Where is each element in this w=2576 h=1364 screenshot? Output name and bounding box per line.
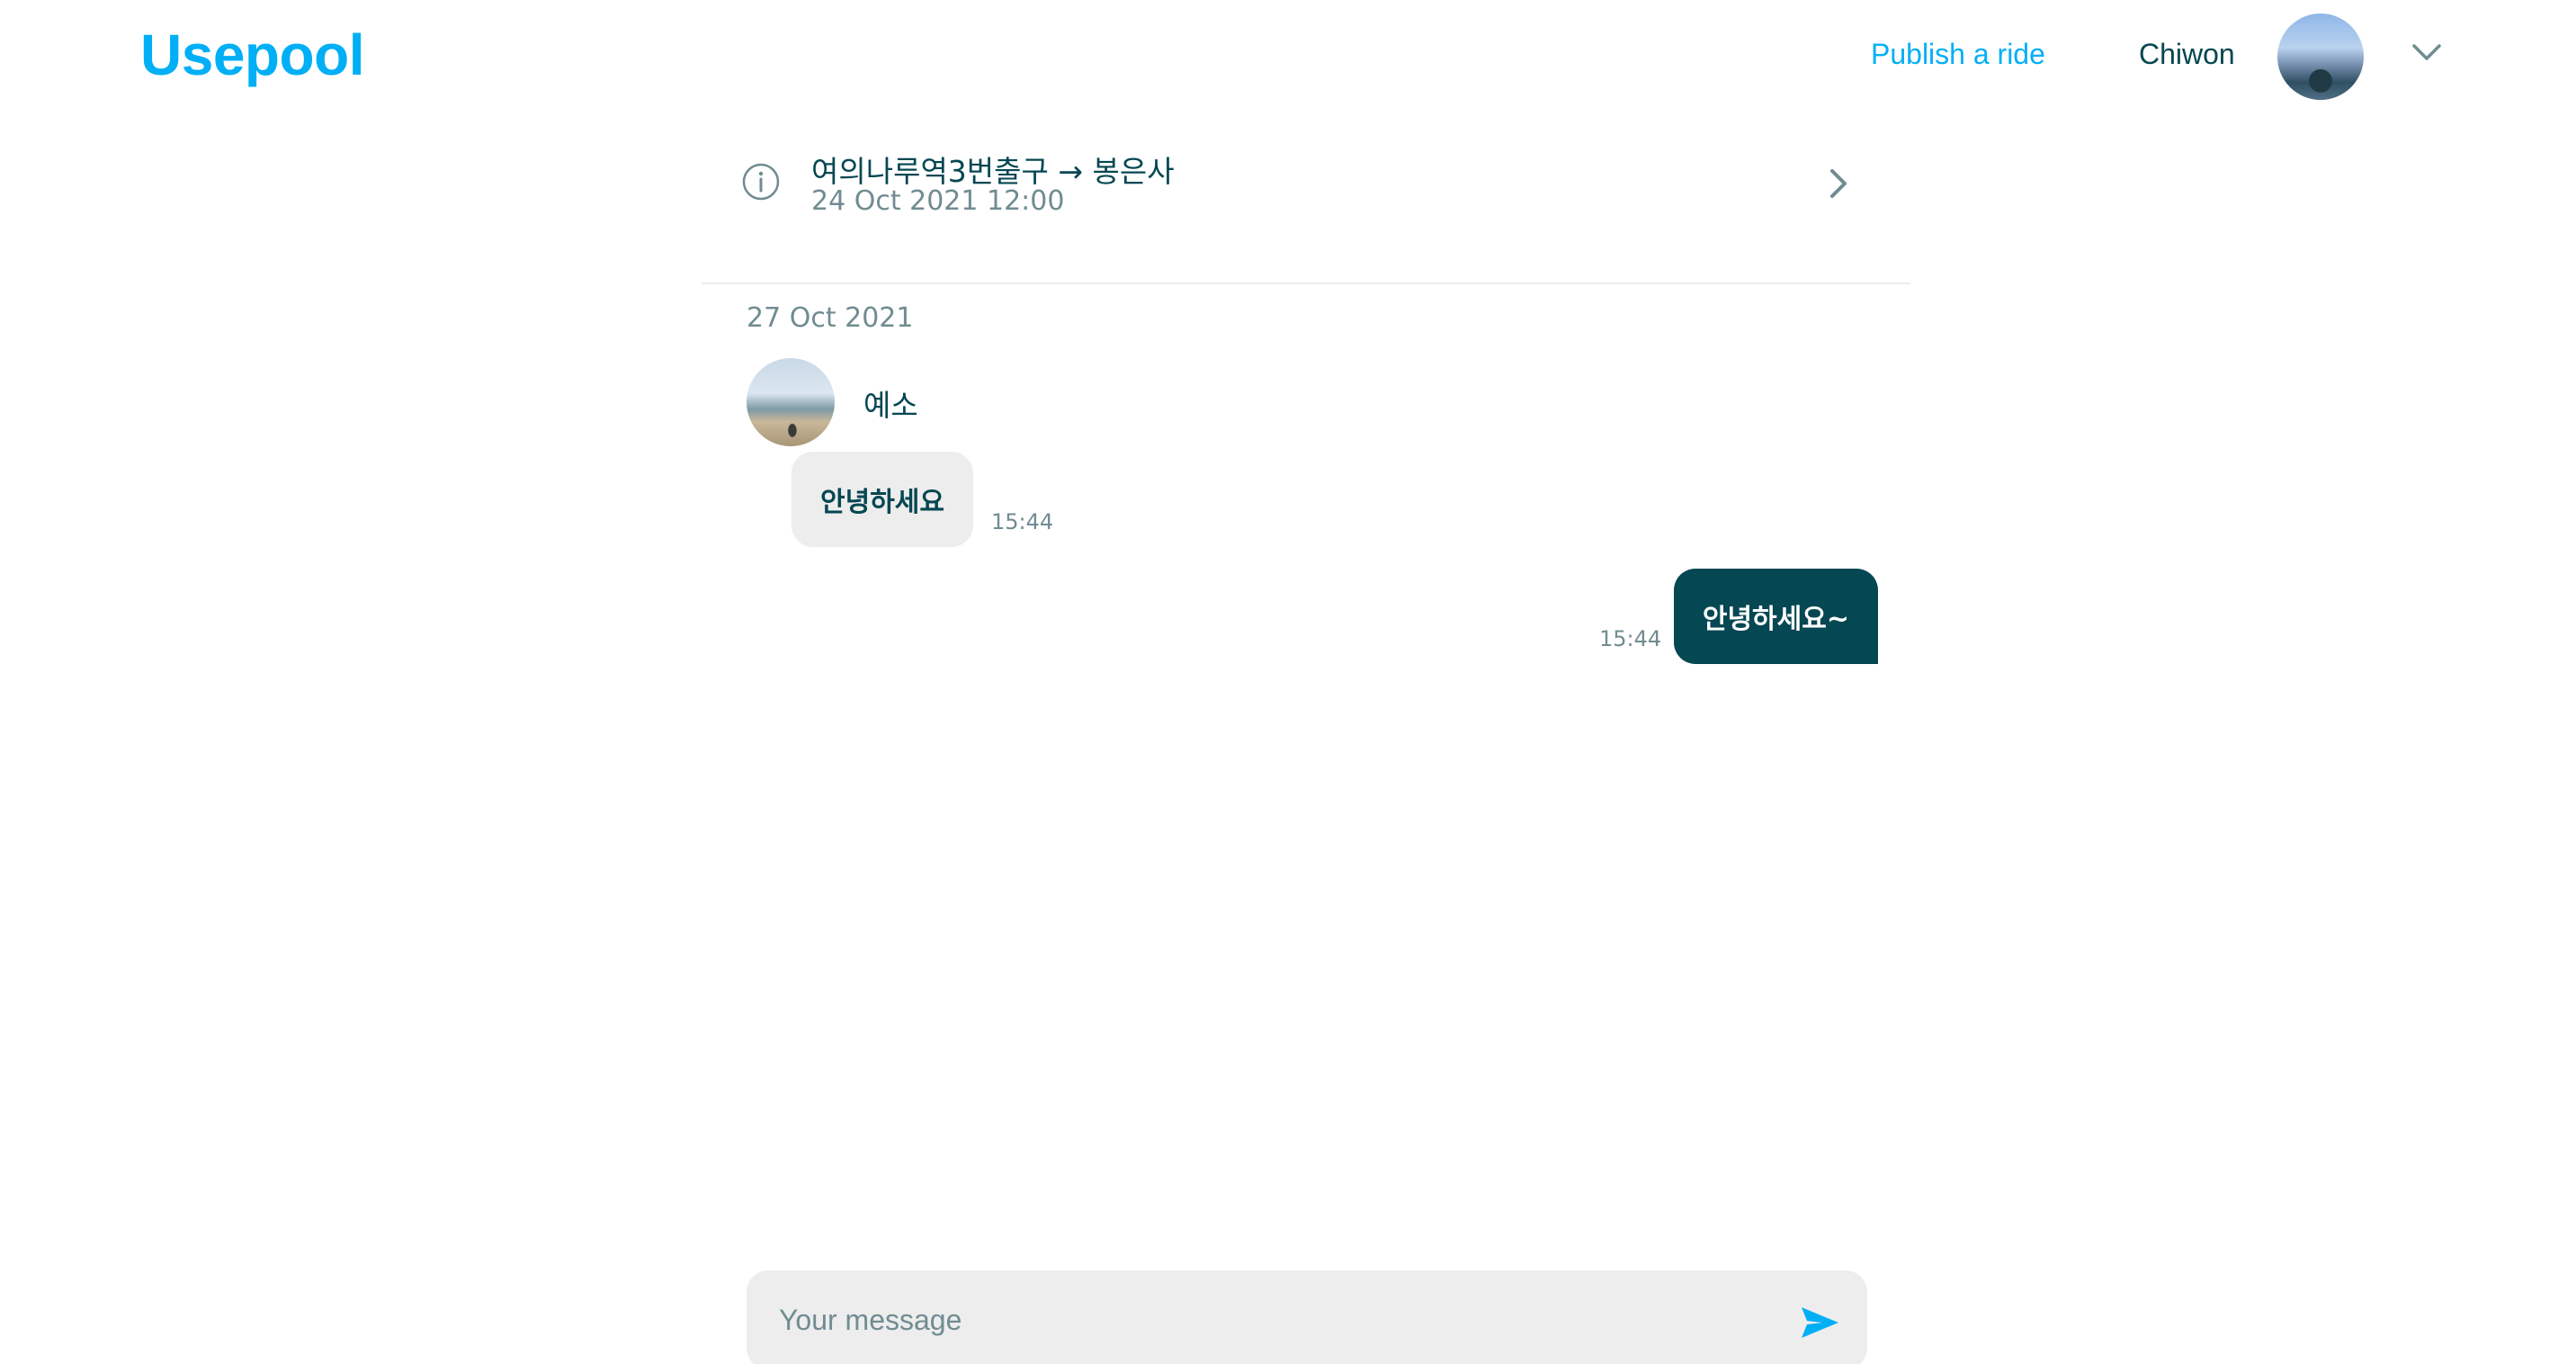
ride-route[interactable]: 여의나루역3번출구 → 봉은사 bbox=[811, 148, 1175, 191]
logo[interactable]: Usepool bbox=[140, 22, 364, 88]
outgoing-message-time: 15:44 bbox=[1599, 626, 1662, 651]
sender-name[interactable]: 예소 bbox=[863, 381, 918, 425]
divider bbox=[702, 283, 1910, 284]
chat-page: Usepool Publish a ride Chiwon 여의나루역3번출구 … bbox=[0, 0, 2576, 1364]
message-composer bbox=[747, 1270, 1867, 1364]
incoming-message-bubble: 안녕하세요 bbox=[792, 452, 973, 547]
incoming-message-time: 15:44 bbox=[991, 509, 1054, 534]
message-input[interactable] bbox=[779, 1270, 1750, 1364]
chevron-right-icon[interactable] bbox=[1826, 166, 1851, 202]
conversation-date: 27 Oct 2021 bbox=[747, 302, 914, 334]
username[interactable]: Chiwon bbox=[2139, 38, 2235, 71]
ride-datetime: 24 Oct 2021 12:00 bbox=[811, 185, 1065, 217]
info-icon[interactable] bbox=[741, 162, 781, 202]
sender-avatar[interactable] bbox=[747, 358, 835, 446]
send-icon[interactable] bbox=[1799, 1305, 1840, 1341]
user-avatar[interactable] bbox=[2277, 13, 2364, 100]
chevron-down-icon[interactable] bbox=[2411, 41, 2443, 63]
publish-ride-link[interactable]: Publish a ride bbox=[1871, 38, 2045, 71]
outgoing-message-bubble: 안녕하세요~ bbox=[1673, 569, 1878, 664]
